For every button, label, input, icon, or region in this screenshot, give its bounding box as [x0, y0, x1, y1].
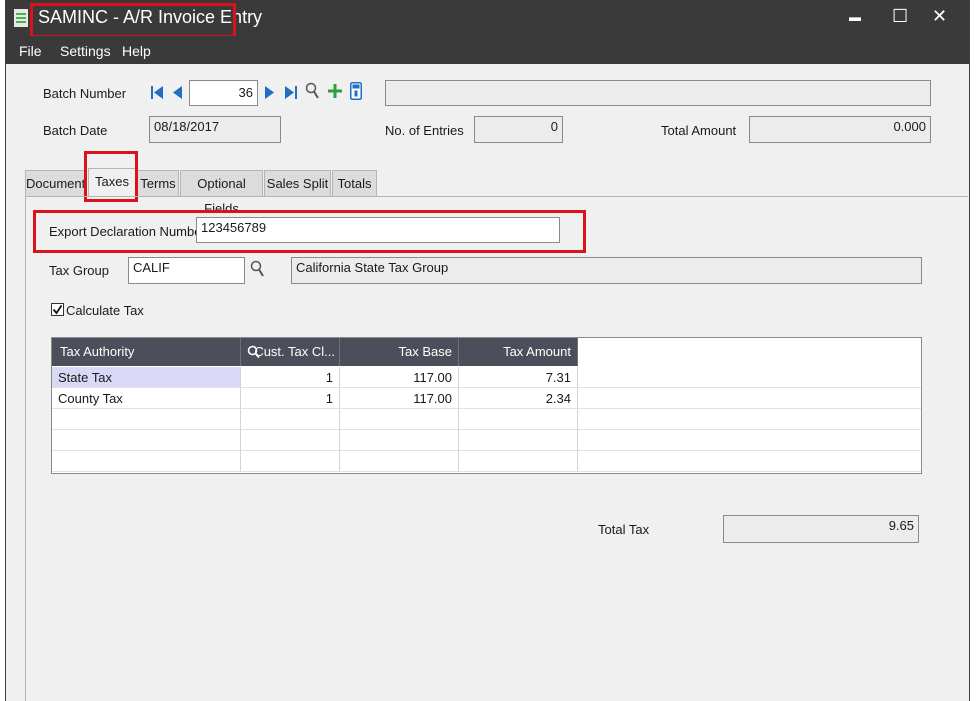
batch-number-label: Batch Number [43, 86, 127, 101]
grid-cell-base[interactable]: 117.00 [340, 388, 459, 409]
grid-cell-empty[interactable] [52, 409, 241, 430]
search-icon [247, 345, 260, 359]
add-batch-icon[interactable] [328, 84, 342, 98]
column-header-tax-amount[interactable]: Tax Amount [459, 338, 578, 366]
grid-cell-empty[interactable] [459, 409, 578, 430]
calculate-tax-checkbox[interactable] [51, 303, 64, 316]
batch-number-input[interactable]: 36 [189, 80, 258, 106]
grid-cell-class[interactable]: 1 [241, 367, 340, 388]
menu-help[interactable]: Help [122, 43, 151, 59]
title-highlight [30, 3, 236, 38]
checkmark-icon [52, 305, 63, 315]
tab-document[interactable]: Document [25, 170, 86, 196]
column-header-cust-tax-class[interactable]: Cust. Tax Cl... [241, 338, 340, 366]
grid-cell-amount[interactable]: 2.34 [459, 388, 578, 409]
app-window: SAMINC - A/R Invoice Entry ▬ ☐ ✕ File Se… [5, 0, 970, 701]
entries-field: 0 [474, 116, 563, 143]
grid-cell-class[interactable]: 1 [241, 388, 340, 409]
grid-cell-filler [578, 451, 921, 472]
grid-cell-filler [578, 409, 921, 430]
grid-cell-empty[interactable] [52, 430, 241, 451]
grid-cell-empty[interactable] [459, 430, 578, 451]
calculate-tax-label: Calculate Tax [66, 303, 144, 318]
close-button[interactable]: ✕ [932, 6, 947, 27]
grid-cell-authority[interactable]: State Tax [52, 367, 241, 388]
tax-authority-grid: Tax Authority Cust. Tax Cl... Tax Base T… [51, 337, 922, 474]
total-amount-field: 0.000 [749, 116, 931, 143]
grid-cell-empty[interactable] [241, 409, 340, 430]
document-icon [14, 9, 28, 27]
finder-icon[interactable] [305, 82, 320, 101]
tax-group-description: California State Tax Group [291, 257, 922, 284]
batch-info-icon[interactable] [350, 82, 362, 100]
previous-record-icon[interactable] [172, 85, 183, 100]
menu-file[interactable]: File [19, 43, 42, 59]
total-amount-label: Total Amount [661, 123, 737, 138]
grid-cell-empty[interactable] [52, 451, 241, 472]
total-tax-field: 9.65 [723, 515, 919, 543]
tab-totals[interactable]: Totals [332, 170, 377, 196]
tax-group-label: Tax Group [49, 263, 109, 278]
batch-date-field: 08/18/2017 [149, 116, 281, 143]
column-header-tax-base[interactable]: Tax Base [340, 338, 459, 366]
last-record-icon[interactable] [284, 85, 298, 100]
menu-settings[interactable]: Settings [60, 43, 111, 59]
grid-cell-empty[interactable] [340, 409, 459, 430]
grid-cell-filler [578, 430, 921, 451]
tab-terms[interactable]: Terms [137, 170, 179, 196]
next-record-icon[interactable] [264, 85, 275, 100]
grid-cell-filler [578, 367, 921, 388]
total-tax-label: Total Tax [598, 522, 650, 537]
taxes-tab-highlight [84, 151, 138, 202]
export-declaration-highlight [33, 210, 586, 253]
first-record-icon[interactable] [150, 85, 164, 100]
maximize-button[interactable]: ☐ [892, 6, 908, 27]
minimize-button[interactable]: ▬ [849, 10, 861, 24]
grid-cell-authority[interactable]: County Tax [52, 388, 241, 409]
grid-cell-base[interactable]: 117.00 [340, 367, 459, 388]
grid-cell-empty[interactable] [241, 430, 340, 451]
column-header-cust-tax-class-label: Cust. Tax Cl... [254, 344, 335, 359]
batch-description-field[interactable] [385, 80, 931, 106]
grid-cell-empty[interactable] [459, 451, 578, 472]
tab-sales-split[interactable]: Sales Split [264, 170, 331, 196]
tax-group-finder-icon[interactable] [250, 260, 265, 279]
grid-cell-empty[interactable] [241, 451, 340, 472]
column-header-tax-authority[interactable]: Tax Authority [52, 338, 241, 366]
tax-group-input[interactable]: CALIF [128, 257, 245, 284]
grid-cell-empty[interactable] [340, 430, 459, 451]
grid-cell-filler [578, 388, 921, 409]
grid-cell-amount[interactable]: 7.31 [459, 367, 578, 388]
entries-label: No. of Entries [385, 123, 464, 138]
grid-cell-empty[interactable] [340, 451, 459, 472]
batch-date-label: Batch Date [43, 123, 108, 138]
tab-optional-fields[interactable]: Optional Fields [180, 170, 263, 216]
